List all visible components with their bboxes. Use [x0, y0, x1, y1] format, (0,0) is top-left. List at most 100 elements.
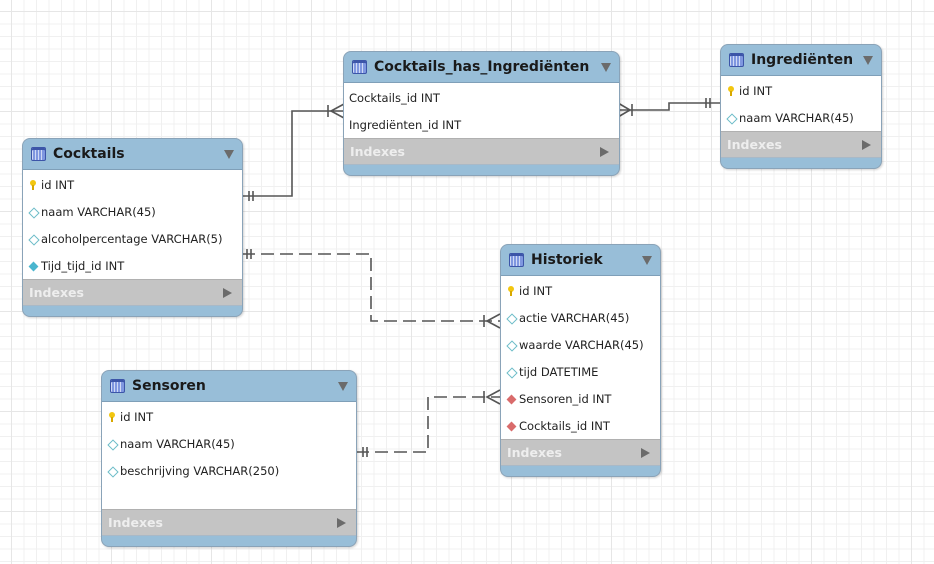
table-icon [31, 147, 46, 161]
table-title: Cocktails [53, 146, 125, 162]
table-header[interactable]: Cocktails_has_Ingrediënten [344, 52, 619, 83]
column-row[interactable]: Cocktails_id INT [344, 84, 619, 111]
table-header[interactable]: Ingrediënten [721, 45, 881, 76]
table-icon [729, 53, 744, 67]
column-diamond-icon [506, 367, 516, 377]
expand-arrow-icon[interactable] [337, 517, 346, 528]
table-header[interactable]: Cocktails [23, 139, 242, 170]
column-text: Tijd_tijd_id INT [41, 258, 125, 273]
table-icon [509, 253, 524, 267]
collapse-caret-icon[interactable] [863, 55, 873, 65]
table-sensoren[interactable]: Sensoren id INT naam VARCHAR(45) beschri… [101, 370, 357, 547]
column-row[interactable]: id INT [23, 171, 242, 198]
column-diamond-icon [506, 313, 516, 323]
indexes-section[interactable]: Indexes [344, 138, 619, 165]
column-row[interactable]: id INT [501, 277, 660, 304]
expand-arrow-icon[interactable] [641, 447, 650, 458]
column-text: Sensoren_id INT [519, 391, 612, 406]
column-text: Cocktails_id INT [519, 418, 610, 433]
indexes-label: Indexes [727, 137, 782, 152]
table-title: Ingrediënten [751, 52, 854, 68]
column-row[interactable]: naam VARCHAR(45) [721, 104, 881, 131]
table-title: Sensoren [132, 378, 206, 394]
relationship-ingredienten-to-cocktails-has[interactable] [617, 98, 720, 118]
collapse-caret-icon[interactable] [338, 381, 348, 391]
column-text: Cocktails_id INT [349, 90, 440, 105]
table-title: Historiek [531, 252, 603, 268]
relationship-cocktails-to-historiek[interactable] [242, 249, 501, 329]
column-text: beschrijving VARCHAR(250) [120, 463, 280, 478]
indexes-label: Indexes [507, 445, 562, 460]
expand-arrow-icon[interactable] [600, 146, 609, 157]
indexes-section[interactable]: Indexes [23, 279, 242, 306]
indexes-section[interactable]: Indexes [721, 131, 881, 158]
collapse-caret-icon[interactable] [642, 255, 652, 265]
column-diamond-icon [506, 340, 516, 350]
indexes-section[interactable]: Indexes [102, 509, 356, 536]
column-text: naam VARCHAR(45) [41, 204, 156, 219]
column-row[interactable]: beschrijving VARCHAR(250) [102, 457, 356, 484]
column-diamond-icon [28, 234, 38, 244]
table-footer [102, 536, 356, 546]
indexes-label: Indexes [350, 144, 405, 159]
expand-arrow-icon[interactable] [862, 139, 871, 150]
table-icon [110, 379, 125, 393]
column-text: Ingrediënten_id INT [349, 117, 462, 132]
column-row[interactable]: id INT [721, 77, 881, 104]
column-text: id INT [519, 283, 553, 298]
primary-key-icon [28, 179, 38, 190]
column-text: alcoholpercentage VARCHAR(5) [41, 231, 223, 246]
indexes-section[interactable]: Indexes [501, 439, 660, 466]
column-diamond-icon [726, 113, 736, 123]
primary-key-icon [506, 285, 516, 296]
table-columns: Cocktails_id INT Ingrediënten_id INT [344, 83, 619, 138]
table-header[interactable]: Sensoren [102, 371, 356, 402]
column-diamond-icon [107, 439, 117, 449]
table-columns: id INT naam VARCHAR(45) alcoholpercentag… [23, 170, 242, 279]
column-row[interactable]: Tijd_tijd_id INT [23, 252, 242, 279]
column-row[interactable]: naam VARCHAR(45) [23, 198, 242, 225]
column-row[interactable]: waarde VARCHAR(45) [501, 331, 660, 358]
column-row[interactable]: actie VARCHAR(45) [501, 304, 660, 331]
table-title: Cocktails_has_Ingrediënten [374, 59, 590, 75]
primary-key-icon [726, 85, 736, 96]
table-cocktails[interactable]: Cocktails id INT naam VARCHAR(45) alcoho… [22, 138, 243, 317]
indexes-label: Indexes [108, 515, 163, 530]
column-diamond-icon [28, 207, 38, 217]
table-header[interactable]: Historiek [501, 245, 660, 276]
column-text: naam VARCHAR(45) [120, 436, 235, 451]
table-icon [352, 60, 367, 74]
table-footer [721, 158, 881, 168]
table-columns: id INT actie VARCHAR(45) waarde VARCHAR(… [501, 276, 660, 439]
column-row[interactable]: Ingrediënten_id INT [344, 111, 619, 138]
table-footer [501, 466, 660, 476]
table-ingredienten[interactable]: Ingrediënten id INT naam VARCHAR(45) Ind… [720, 44, 882, 169]
column-row[interactable]: alcoholpercentage VARCHAR(5) [23, 225, 242, 252]
collapse-caret-icon[interactable] [601, 62, 611, 72]
column-text: id INT [739, 83, 773, 98]
column-row[interactable]: Cocktails_id INT [501, 412, 660, 439]
indexes-label: Indexes [29, 285, 84, 300]
column-text: actie VARCHAR(45) [519, 310, 630, 325]
table-columns: id INT naam VARCHAR(45) beschrijving VAR… [102, 402, 356, 509]
primary-key-icon [107, 411, 117, 422]
column-text: naam VARCHAR(45) [739, 110, 854, 125]
collapse-caret-icon[interactable] [224, 149, 234, 159]
column-row[interactable]: Sensoren_id INT [501, 385, 660, 412]
column-row[interactable]: naam VARCHAR(45) [102, 430, 356, 457]
column-text: id INT [120, 409, 154, 424]
table-footer [344, 165, 619, 175]
table-cocktails-has-ingredienten[interactable]: Cocktails_has_Ingrediënten Cocktails_id … [343, 51, 620, 176]
relationship-sensoren-to-historiek[interactable] [356, 389, 501, 457]
foreign-key-red-icon [506, 421, 516, 431]
relationship-cocktails-to-cocktails-has[interactable] [242, 103, 345, 201]
table-footer [23, 306, 242, 316]
foreign-key-diamond-icon [28, 261, 38, 271]
column-text: tijd DATETIME [519, 364, 599, 379]
table-columns: id INT naam VARCHAR(45) [721, 76, 881, 131]
column-text: id INT [41, 177, 75, 192]
table-historiek[interactable]: Historiek id INT actie VARCHAR(45) waard… [500, 244, 661, 477]
column-row[interactable]: tijd DATETIME [501, 358, 660, 385]
column-row[interactable]: id INT [102, 403, 356, 430]
expand-arrow-icon[interactable] [223, 287, 232, 298]
